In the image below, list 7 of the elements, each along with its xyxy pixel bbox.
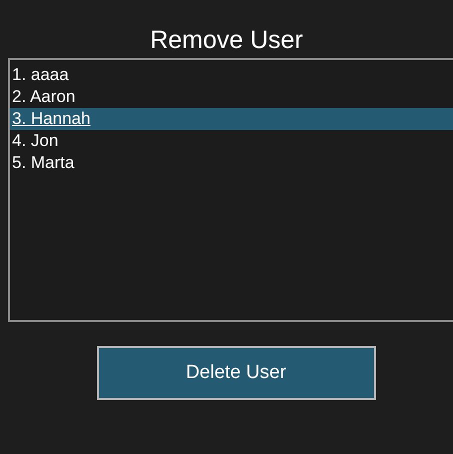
user-item[interactable]: 5. Marta [10, 152, 453, 174]
user-item[interactable]: 4. Jon [10, 130, 453, 152]
delete-button[interactable]: Delete User [96, 346, 376, 400]
user-item[interactable]: 3. Hannah [10, 108, 453, 130]
user-item[interactable]: 1. aaaa [10, 64, 453, 86]
window-title: Remove User [149, 25, 304, 56]
user-item[interactable]: 2. Aaron [10, 86, 453, 108]
